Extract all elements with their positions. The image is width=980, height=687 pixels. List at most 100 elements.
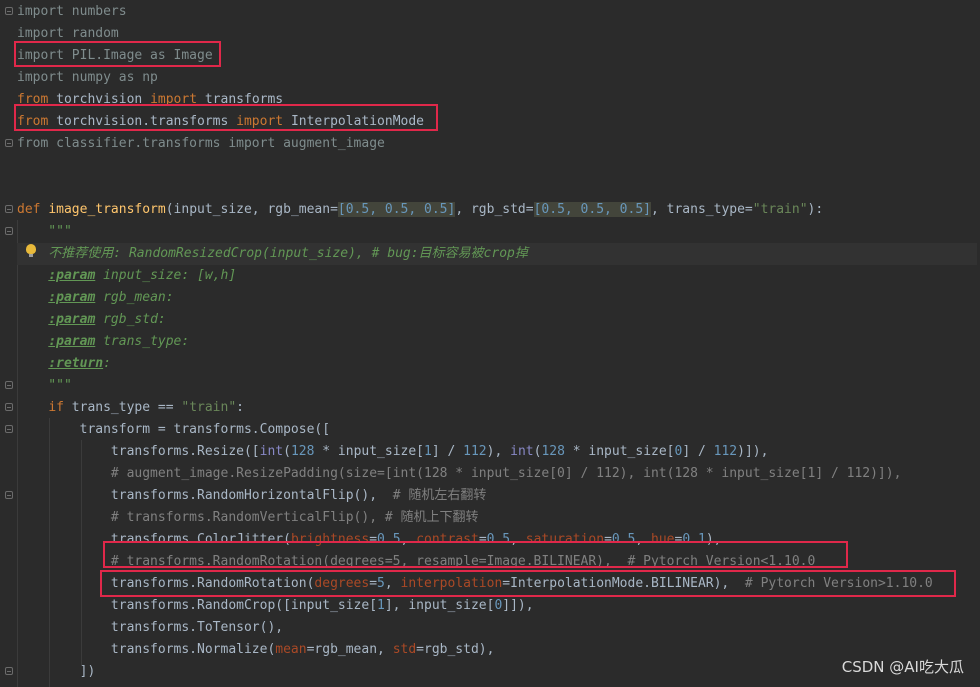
fold-marker-icon[interactable] — [5, 205, 13, 213]
code-token: # augment_image.ResizePadding(size=[int(… — [17, 466, 902, 481]
code-token: 128 — [541, 444, 565, 459]
code-token: ), — [486, 444, 511, 459]
code-token: # 随机左右翻转 — [392, 488, 487, 503]
code-line[interactable]: :param input_size: [w,h] — [17, 265, 977, 287]
code-token: ] / — [431, 444, 464, 459]
code-line[interactable]: :return: — [17, 353, 977, 375]
highlight-box — [103, 541, 848, 568]
code-token: ]) — [17, 664, 96, 679]
code-line[interactable] — [17, 177, 977, 199]
code-token: int — [510, 444, 534, 459]
fold-marker-icon[interactable] — [5, 139, 13, 147]
code-token: if — [48, 400, 72, 415]
code-token: transforms.Normalize( — [17, 642, 276, 657]
watermark: CSDN @AI吃大瓜 — [841, 658, 964, 676]
code-token: "train" — [752, 202, 808, 217]
code-line[interactable]: # augment_image.ResizePadding(size=[int(… — [17, 463, 977, 485]
code-token: : — [103, 356, 111, 371]
code-token: def — [17, 202, 49, 217]
code-token: 不推荐使用: RandomResizedCrop(input_size), # … — [17, 246, 528, 261]
code-token: , rgb_std= — [455, 202, 534, 217]
code-line[interactable]: transform = transforms.Compose([ — [17, 419, 977, 441]
fold-marker-icon[interactable] — [5, 425, 13, 433]
fold-marker-icon[interactable] — [5, 7, 13, 15]
code-token: transforms.ToTensor(), — [17, 620, 284, 635]
code-token: :param — [48, 290, 96, 305]
code-token: 1 — [377, 598, 385, 613]
code-token: =rgb_std), — [416, 642, 495, 657]
code-token: ): — [807, 202, 824, 217]
code-line[interactable]: import numpy as np — [17, 67, 977, 89]
code-token: transform = transforms.Compose([ — [17, 422, 331, 437]
code-line[interactable]: :param trans_type: — [17, 331, 977, 353]
code-token: """ — [17, 378, 72, 393]
code-token: transforms.RandomCrop([input_size[ — [17, 598, 378, 613]
code-token: transforms.Resize([ — [17, 444, 260, 459]
fold-marker-icon[interactable] — [5, 403, 13, 411]
code-token: )]), — [737, 444, 769, 459]
code-line[interactable]: transforms.ToTensor(), — [17, 617, 977, 639]
code-token: , trans_type= — [651, 202, 753, 217]
code-token: 1 — [424, 444, 432, 459]
code-token: import random — [17, 26, 119, 41]
code-token: :return — [48, 356, 104, 371]
code-token: ( — [283, 444, 291, 459]
highlight-box — [14, 104, 438, 131]
fold-marker-icon[interactable] — [5, 491, 13, 499]
highlight-box — [100, 570, 956, 597]
code-token: =rgb_mean, — [306, 642, 393, 657]
code-token: trans_type == — [71, 400, 182, 415]
code-line[interactable]: 不推荐使用: RandomResizedCrop(input_size), # … — [17, 243, 977, 265]
code-line[interactable]: # transforms.RandomVerticalFlip(), # 随机上… — [17, 507, 977, 529]
code-token: (input_size, rgb_mean= — [165, 202, 338, 217]
code-token: [0.5, 0.5, 0.5] — [337, 202, 456, 217]
code-token: int — [259, 444, 284, 459]
code-line[interactable]: transforms.Normalize(mean=rgb_mean, std=… — [17, 639, 977, 661]
code-line[interactable]: transforms.Resize([int(128 * input_size[… — [17, 441, 977, 463]
code-token: [0.5, 0.5, 0.5] — [533, 202, 651, 217]
code-line[interactable]: import numbers — [17, 1, 977, 23]
fold-marker-icon[interactable] — [5, 227, 13, 235]
code-token: 112 — [713, 444, 738, 459]
lightbulb-icon[interactable] — [26, 244, 36, 257]
code-token: 112 — [463, 444, 487, 459]
code-token: 128 — [290, 444, 315, 459]
code-line[interactable]: """ — [17, 375, 977, 397]
code-line[interactable] — [17, 155, 977, 177]
code-line[interactable]: ]) — [17, 661, 977, 683]
code-line[interactable]: :param rgb_mean: — [17, 287, 977, 309]
code-line[interactable]: transforms.RandomCrop([input_size[1], in… — [17, 595, 977, 617]
code-editor[interactable]: import numbers import random import PIL.Im… — [0, 0, 980, 687]
code-token: rgb_mean: — [95, 290, 174, 305]
code-token: ]]), — [502, 598, 534, 613]
code-token: : — [236, 400, 244, 415]
fold-marker-icon[interactable] — [5, 381, 13, 389]
code-token: ] / — [682, 444, 714, 459]
highlight-box — [14, 41, 221, 67]
code-token: :param — [48, 312, 96, 327]
code-token: input_size: [w,h] — [95, 268, 237, 283]
code-token: # transforms.RandomVerticalFlip(), # 随机上… — [17, 510, 479, 525]
code-token: :param — [48, 268, 96, 283]
code-token: * input_size[ — [564, 444, 675, 459]
code-token: import numbers — [17, 4, 127, 19]
code-token: transforms.RandomHorizontalFlip(), — [17, 488, 393, 503]
code-line[interactable]: """ — [17, 221, 977, 243]
code-line[interactable]: :param rgb_std: — [17, 309, 977, 331]
code-line[interactable]: if trans_type == "train": — [17, 397, 977, 419]
code-token: * input_size[ — [314, 444, 425, 459]
code-token: trans_type: — [95, 334, 190, 349]
code-line[interactable]: def image_transform(input_size, rgb_mean… — [17, 199, 977, 221]
code-token: """ — [17, 224, 72, 239]
code-token: mean — [275, 642, 307, 657]
code-line[interactable]: from classifier.transforms import augmen… — [17, 133, 977, 155]
code-token: from classifier.transforms import augmen… — [17, 136, 385, 151]
code-line[interactable]: transforms.RandomHorizontalFlip(), # 随机左… — [17, 485, 977, 507]
fold-marker-icon[interactable] — [5, 667, 13, 675]
code-token: rgb_std: — [95, 312, 166, 327]
